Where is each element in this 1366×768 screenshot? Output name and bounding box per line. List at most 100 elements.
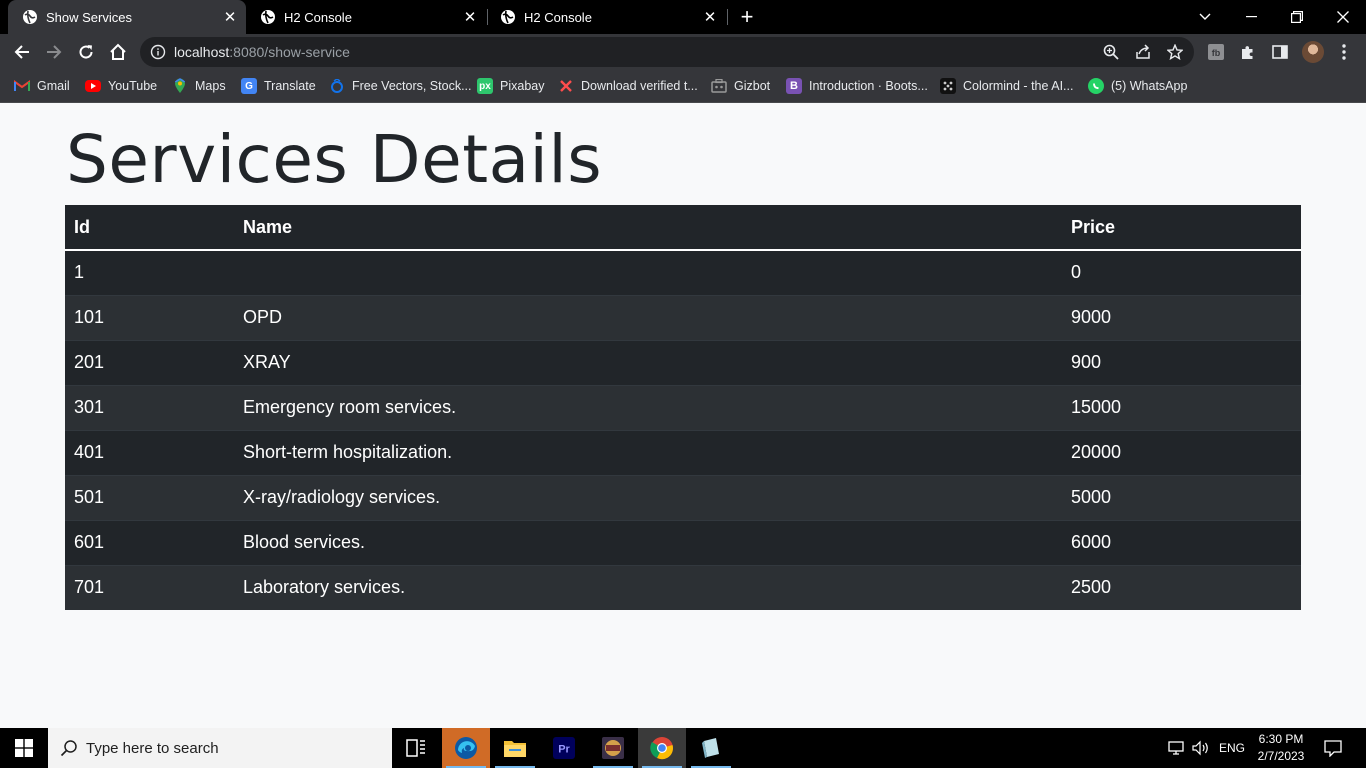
- bookmark-translate[interactable]: G Translate: [241, 76, 316, 96]
- bookmark-pixabay[interactable]: px Pixabay: [477, 76, 544, 96]
- bookmark-gizbot[interactable]: Gizbot: [711, 76, 770, 96]
- tab-title: H2 Console: [524, 9, 592, 25]
- windows-taskbar: Type here to search Pr ENG 6:30 PM 2/7/2…: [0, 728, 1366, 768]
- tab-search-icon[interactable]: [1182, 0, 1228, 34]
- cell-price: 9000: [1062, 294, 1301, 340]
- globe-icon: [22, 9, 38, 25]
- freepik-icon: [329, 78, 345, 94]
- file-explorer-icon[interactable]: [491, 728, 539, 768]
- back-arrow-icon[interactable]: [11, 41, 33, 63]
- cell-name: XRAY: [234, 339, 1062, 385]
- language-indicator[interactable]: ENG: [1219, 728, 1245, 768]
- bookmark-star-icon[interactable]: [1166, 43, 1184, 61]
- zoom-icon[interactable]: [1102, 43, 1120, 61]
- task-view-icon[interactable]: [392, 728, 440, 768]
- whatsapp-icon: [1088, 78, 1104, 94]
- extension-icon[interactable]: fb: [1206, 42, 1226, 62]
- share-icon[interactable]: [1134, 43, 1152, 61]
- table-row: 401 Short-term hospitalization. 20000: [65, 429, 1301, 475]
- cell-price: 5000: [1062, 474, 1301, 520]
- table-row: 201 XRAY 900: [65, 339, 1301, 385]
- bookmark-freepik[interactable]: Free Vectors, Stock...: [329, 76, 472, 96]
- url-text: localhost:8080/show-service: [174, 44, 350, 60]
- svg-text:fb: fb: [1212, 48, 1221, 58]
- cell-price: 6000: [1062, 519, 1301, 565]
- cell-name: Short-term hospitalization.: [234, 429, 1062, 475]
- bookmark-gmail[interactable]: Gmail: [14, 76, 70, 96]
- table-header-row: Id Name Price: [65, 205, 1301, 251]
- tab-title: Show Services: [46, 9, 132, 25]
- services-table: Id Name Price 1 0 101 OPD 9000 201 XRAY …: [65, 205, 1301, 610]
- bookmark-download-verified[interactable]: Download verified t...: [558, 76, 698, 96]
- extensions-puzzle-icon[interactable]: [1238, 42, 1258, 62]
- cell-id: 101: [65, 294, 234, 340]
- tab-h2-console-1[interactable]: H2 Console ✕: [246, 0, 486, 34]
- gizbot-icon: [711, 78, 727, 94]
- bookmark-label: (5) WhatsApp: [1111, 79, 1188, 93]
- clock-date: 2/7/2023: [1257, 749, 1305, 763]
- forward-arrow-icon[interactable]: [43, 41, 65, 63]
- cell-id: 1: [65, 249, 234, 295]
- column-header-id: Id: [65, 205, 234, 251]
- address-bar[interactable]: localhost:8080/show-service: [140, 37, 1194, 67]
- bookmark-bootstrap[interactable]: B Introduction · Boots...: [786, 76, 928, 96]
- close-tab-icon[interactable]: ✕: [702, 9, 718, 26]
- close-tab-icon[interactable]: ✕: [462, 9, 478, 26]
- chrome-icon[interactable]: [638, 728, 686, 768]
- game-app-icon[interactable]: [589, 728, 637, 768]
- bookmark-label: Free Vectors, Stock...: [352, 79, 472, 93]
- column-header-price: Price: [1062, 205, 1301, 251]
- bookmark-label: Introduction · Boots...: [809, 79, 928, 93]
- network-icon[interactable]: [1168, 728, 1186, 768]
- table-row: 701 Laboratory services. 2500: [65, 564, 1301, 610]
- svg-text:Pr: Pr: [558, 744, 570, 756]
- notifications-icon[interactable]: [1323, 728, 1343, 768]
- url-path: :8080/show-service: [229, 44, 350, 60]
- site-info-icon[interactable]: [150, 44, 166, 65]
- bookmark-label: Download verified t...: [581, 79, 698, 93]
- new-tab-button[interactable]: +: [737, 6, 757, 28]
- bookmark-label: Colormind - the AI...: [963, 79, 1074, 93]
- notes-app-icon[interactable]: [687, 728, 735, 768]
- bookmark-colormind[interactable]: Colormind - the AI...: [940, 76, 1073, 96]
- cell-name: Emergency room services.: [234, 384, 1062, 430]
- windows-start-icon[interactable]: [0, 728, 48, 768]
- colormind-icon: [940, 78, 956, 94]
- table-row: 301 Emergency room services. 15000: [65, 384, 1301, 430]
- bookmark-label: Gmail: [37, 79, 70, 93]
- gmail-icon: [14, 78, 30, 94]
- cell-name: OPD: [234, 294, 1062, 340]
- tab-separator: [727, 9, 728, 25]
- cell-id: 601: [65, 519, 234, 565]
- bookmark-whatsapp[interactable]: (5) WhatsApp: [1088, 76, 1187, 96]
- bookmark-youtube[interactable]: YouTube: [85, 76, 157, 96]
- tab-strip: Show Services ✕ H2 Console ✕ H2 Console …: [0, 0, 1366, 34]
- table-row: 601 Blood services. 6000: [65, 519, 1301, 565]
- volume-icon[interactable]: [1192, 728, 1210, 768]
- home-icon[interactable]: [107, 41, 129, 63]
- page-content: Services Details Id Name Price 1 0 101 O…: [0, 103, 1366, 728]
- taskbar-search-box[interactable]: Type here to search: [48, 728, 392, 768]
- cell-id: 401: [65, 429, 234, 475]
- cell-id: 201: [65, 339, 234, 385]
- reload-icon[interactable]: [75, 41, 97, 63]
- close-tab-icon[interactable]: ✕: [222, 9, 238, 26]
- search-icon: [60, 739, 78, 757]
- close-window-icon[interactable]: [1320, 0, 1366, 34]
- edge-icon[interactable]: [442, 728, 490, 768]
- url-host: localhost: [174, 44, 230, 60]
- tab-h2-console-2[interactable]: H2 Console ✕: [486, 0, 726, 34]
- minimize-icon[interactable]: [1228, 0, 1274, 34]
- side-panel-icon[interactable]: [1270, 42, 1290, 62]
- restore-icon[interactable]: [1274, 0, 1320, 34]
- premiere-pro-icon[interactable]: Pr: [540, 728, 588, 768]
- maps-icon: [172, 78, 188, 94]
- search-placeholder: Type here to search: [86, 739, 219, 757]
- tab-show-services[interactable]: Show Services ✕: [8, 0, 246, 34]
- menu-dots-icon[interactable]: [1334, 42, 1354, 62]
- system-clock[interactable]: 6:30 PM 2/7/2023: [1250, 731, 1312, 765]
- cell-name: X-ray/radiology services.: [234, 474, 1062, 520]
- page-title: Services Details: [66, 121, 603, 198]
- profile-avatar[interactable]: [1302, 41, 1324, 63]
- bookmark-maps[interactable]: Maps: [172, 76, 226, 96]
